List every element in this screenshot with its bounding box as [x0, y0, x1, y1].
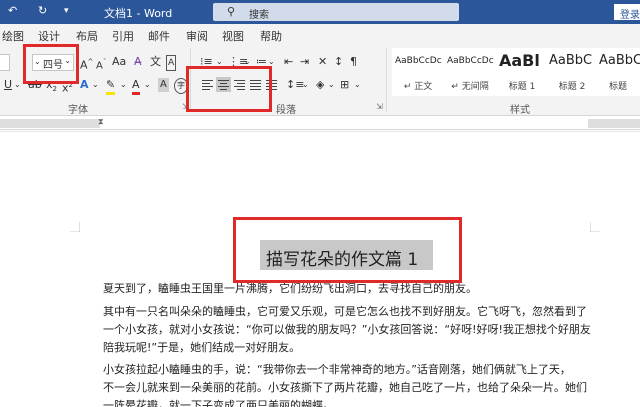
search-box[interactable]: ⚲ 搜索 [213, 3, 459, 21]
font-color-chevron-icon[interactable]: ⌄ [144, 78, 151, 92]
tab-review[interactable]: 审阅 [186, 28, 208, 44]
shrink-font-icon[interactable]: Aˇ [96, 55, 106, 73]
search-icon: ⚲ [227, 5, 236, 18]
increase-indent-icon[interactable]: ⇥ [300, 55, 309, 69]
window-title: 文档1 - Word [104, 7, 173, 20]
style-no-spacing[interactable]: AaBbCcDc ↵ 无间隔 [444, 48, 496, 96]
font-color-icon[interactable]: A [132, 78, 140, 95]
styles-group-label: 样式 [510, 105, 530, 116]
character-shading-icon[interactable]: A [158, 78, 169, 92]
phonetic-guide-icon[interactable]: 文 [150, 55, 161, 69]
redo-icon[interactable]: ↻ [38, 4, 47, 17]
font-name-dropdown[interactable] [0, 54, 10, 71]
style-heading-1[interactable]: AaBl 标题 1 [496, 48, 548, 96]
ruler-margin-left [0, 119, 100, 128]
alignment-highlight-box [186, 66, 272, 112]
tab-draw[interactable]: 绘图 [2, 28, 24, 44]
tab-references[interactable]: 引用 [112, 28, 134, 44]
text-effects-chevron-icon[interactable]: ⌄ [92, 78, 99, 92]
show-marks-icon[interactable]: ¶ [350, 55, 357, 69]
tab-layout[interactable]: 布局 [76, 28, 98, 44]
grow-font-icon[interactable]: A^ [80, 55, 93, 73]
search-placeholder: 搜索 [249, 10, 269, 21]
margin-corner-mark [590, 222, 600, 232]
text-effects-icon[interactable]: A [80, 78, 89, 92]
ruler-margin-right [588, 119, 640, 128]
title-bar: ↶ ↻ ▾ 文档1 - Word ⚲ 搜索 登录 [0, 0, 640, 24]
text-line[interactable]: 一阵晕花瓣，就一下子变成了两只美丽的蝴蝶。 [103, 397, 593, 407]
chinese-layout-icon[interactable]: ✕ [318, 55, 327, 69]
style-title[interactable]: AaBbC 标题 [596, 48, 640, 96]
tab-design[interactable]: 设计 [38, 28, 60, 44]
shading-chevron-icon[interactable]: ⌄ [328, 78, 335, 92]
character-border-icon[interactable]: A [166, 55, 177, 71]
ribbon: 四号 ⌄ ⌄ A^ Aˇ Aa A̶ 文 A U ⌄ ab x2 x2 A ⌄ … [0, 44, 640, 116]
ribbon-separator [386, 48, 387, 112]
tab-mailings[interactable]: 邮件 [148, 28, 170, 44]
highlight-icon[interactable]: ✎ [106, 78, 116, 95]
sort-icon[interactable]: ↕ [334, 55, 343, 69]
text-line[interactable]: 小女孩拉起小瞌睡虫的手，说：“我带你去一个非常神奇的地方。”话音刚落，她们俩就飞… [103, 361, 593, 379]
horizontal-ruler[interactable]: ⧗ [0, 117, 640, 130]
style-normal[interactable]: AaBbCcDc ↵ 正文 [392, 48, 444, 96]
margin-corner-mark [70, 222, 80, 232]
clear-formatting-icon[interactable]: A̶ [134, 55, 142, 69]
ribbon-tabs: 绘图 设计 布局 引用 邮件 审阅 视图 帮助 [0, 24, 640, 44]
customize-quick-access-icon[interactable]: ▾ [64, 6, 69, 16]
undo-icon[interactable]: ↶ [8, 4, 17, 17]
paragraph-dialog-launcher-icon[interactable]: ⇲ [376, 102, 383, 111]
paragraph-group-label: 段落 [276, 105, 296, 116]
text-line[interactable]: 陪我玩呢!”于是，她们结成一对好朋友。 [103, 339, 593, 357]
font-group-label: 字体 [68, 105, 88, 116]
login-button[interactable]: 登录 [614, 4, 640, 21]
change-case-icon[interactable]: Aa [112, 55, 126, 69]
borders-icon[interactable]: ⊞ [340, 78, 349, 92]
tab-help[interactable]: 帮助 [260, 28, 282, 44]
borders-chevron-icon[interactable]: ⌄ [354, 78, 361, 92]
indent-marker-icon[interactable]: ⧗ [98, 117, 104, 127]
text-line[interactable]: 不一会儿就来到一朵美丽的花前。小女孩撕下了两片花瓣，她自己吃了一片，也给了朵朵一… [103, 379, 593, 397]
underline-chevron-icon[interactable]: ⌄ [14, 78, 21, 92]
text-line[interactable]: 其中有一只名叫朵朵的瞌睡虫，它可爱又乐观，可是它怎么也找不到好朋友。它飞呀飞，忽… [103, 303, 593, 321]
style-heading-2[interactable]: AaBbC 标题 2 [546, 48, 598, 96]
text-line[interactable]: 一个小女孩，就对小女孩说：“你可以做我的朋友吗？”小女孩回答说：“好呀!好呀!我… [103, 321, 593, 339]
highlight-chevron-icon[interactable]: ⌄ [120, 78, 127, 92]
decrease-indent-icon[interactable]: ⇤ [284, 55, 293, 69]
underline-icon[interactable]: U [4, 78, 12, 92]
tab-view[interactable]: 视图 [222, 28, 244, 44]
shading-icon[interactable]: ◈ [316, 78, 324, 92]
font-size-highlight-box [23, 44, 79, 84]
heading-highlight-box [233, 217, 462, 283]
line-spacing-chevron-icon[interactable]: ⌄ [302, 78, 309, 92]
